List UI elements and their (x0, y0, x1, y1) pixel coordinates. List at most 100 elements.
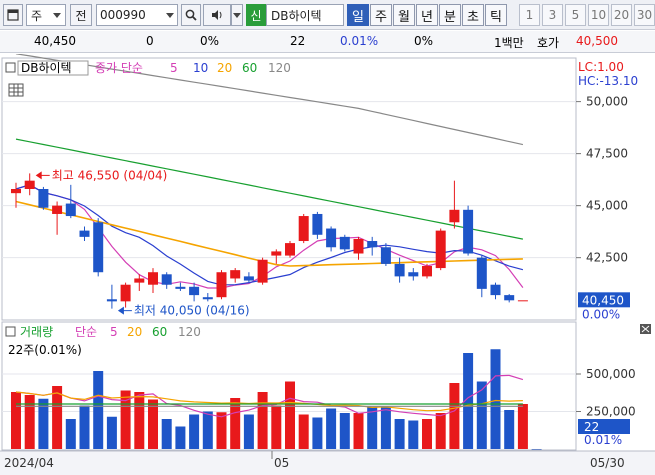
period-tab-2[interactable]: 월 (393, 4, 415, 26)
candle-body (11, 189, 21, 194)
volume-bar (490, 349, 501, 449)
candle-body (257, 259, 268, 283)
maximize-icon[interactable] (640, 324, 651, 334)
price-tick-label: 47,500 (586, 147, 628, 161)
volume-bar (230, 398, 241, 449)
speaker-icon (212, 10, 222, 20)
candle-body (298, 216, 309, 242)
period-tab-5[interactable]: 초 (462, 4, 484, 26)
period-tab-1[interactable]: 주 (370, 4, 392, 26)
chart-svg[interactable]: 50,000 47,500 45,000 42,500 500,000 250,000 D… (0, 53, 655, 475)
candle-body (52, 205, 63, 214)
candle-body (202, 297, 213, 300)
unit-label: 1백만 (494, 36, 524, 50)
market-select[interactable]: 주 (26, 4, 66, 26)
current-price: 40,450 (34, 34, 76, 48)
volume-bar (285, 381, 295, 449)
interval-tab-3[interactable]: 10 (588, 4, 609, 26)
volume-ma-period-5: 5 (110, 325, 118, 339)
candle-body (120, 284, 131, 302)
volume-bar (312, 417, 323, 449)
jeon-button[interactable]: 전 (70, 4, 92, 26)
candle-body (422, 265, 432, 277)
period-tab-0[interactable]: 일 (347, 4, 369, 26)
table-icon[interactable] (8, 83, 24, 97)
stock-code-value: 000990 (100, 8, 146, 22)
search-button[interactable] (181, 4, 201, 26)
interval-tab-4[interactable]: 20 (611, 4, 632, 26)
x-axis-label-start: 2024/04 (4, 456, 54, 470)
ma-period-120: 120 (268, 61, 291, 75)
hc-label: HC:-13.10 (578, 74, 638, 88)
volume-current-tag-text: 22 (584, 420, 599, 434)
x-axis-label-end: 05/30 (590, 456, 625, 470)
volume-bar (408, 420, 419, 449)
candle-body (326, 228, 337, 248)
volume-pct: 0.01% (340, 34, 379, 48)
volume-bar (11, 392, 21, 449)
window-menu-icon[interactable] (3, 4, 23, 26)
candle-body (435, 230, 446, 269)
sound-button[interactable] (203, 4, 231, 26)
market-select-label: 주 (31, 8, 43, 23)
candle-body (463, 209, 474, 254)
credit-badge-label: 신 (250, 8, 262, 23)
volume-bar (106, 416, 117, 449)
volume-bar (531, 448, 542, 450)
interval-tab-5[interactable]: 30 (634, 4, 655, 26)
low-annotation: 최저 40,050 (04/16) (117, 304, 250, 318)
candle-body (189, 286, 200, 296)
candle-body (148, 272, 158, 285)
ma-period-5: 5 (170, 61, 178, 75)
period-tab-4[interactable]: 분 (439, 4, 461, 26)
ask-price: 40,500 (576, 34, 618, 48)
volume-bar (517, 404, 528, 449)
volume-bar (271, 405, 282, 449)
chevron-down-icon (53, 12, 61, 18)
interval-tab-2[interactable]: 5 (565, 4, 586, 26)
period-tab-3[interactable]: 년 (416, 4, 438, 26)
period-tab-6[interactable]: 틱 (485, 4, 507, 26)
candle-body (476, 257, 487, 289)
candle-body (490, 284, 501, 296)
candle-body (312, 213, 323, 235)
volume-bar (79, 405, 90, 449)
volume-bar (326, 408, 337, 449)
price-tick-label: 45,000 (586, 199, 628, 213)
candle-body (161, 274, 172, 285)
interval-tab-0[interactable]: 1 (519, 4, 540, 26)
volume-current-tag-pct: 0.01% (584, 433, 622, 447)
volume-bar (298, 414, 309, 449)
candle-body (230, 270, 241, 279)
interval-tab-1[interactable]: 3 (542, 4, 563, 26)
lc-label: LC:1.00 (578, 60, 624, 74)
price-tick-label: 50,000 (586, 95, 628, 109)
candle-body (285, 243, 295, 256)
credit-badge: 신 (246, 4, 266, 26)
candle-body (134, 278, 145, 283)
volume-bar (24, 395, 35, 449)
candle-body (504, 295, 515, 301)
x-axis-strip (0, 451, 655, 475)
volume-bar (394, 419, 405, 449)
volume-bar (449, 383, 460, 449)
high-annotation: 최고 46,550 (04/04) (35, 168, 167, 182)
volume-title: 거래량 (20, 325, 53, 339)
candle-body (517, 300, 528, 302)
volume-bar (504, 410, 515, 449)
candle-body (408, 272, 419, 277)
volume-ma-period-120: 120 (178, 325, 201, 339)
volume-bar (257, 392, 268, 449)
search-icon (185, 9, 197, 21)
candle-body (339, 236, 350, 250)
candle-body (24, 180, 35, 189)
stock-code-input[interactable]: 000990 (96, 4, 178, 26)
candle-body (380, 247, 391, 264)
chart-area[interactable]: 50,000 47,500 45,000 42,500 500,000 250,000 D… (0, 53, 655, 475)
ma-title: 종가 단순 (95, 61, 143, 75)
jeon-label: 전 (75, 8, 87, 23)
sound-dropdown[interactable] (231, 4, 243, 26)
volume-bar (353, 413, 364, 449)
candle-body (216, 272, 227, 298)
candle-body (106, 299, 117, 302)
